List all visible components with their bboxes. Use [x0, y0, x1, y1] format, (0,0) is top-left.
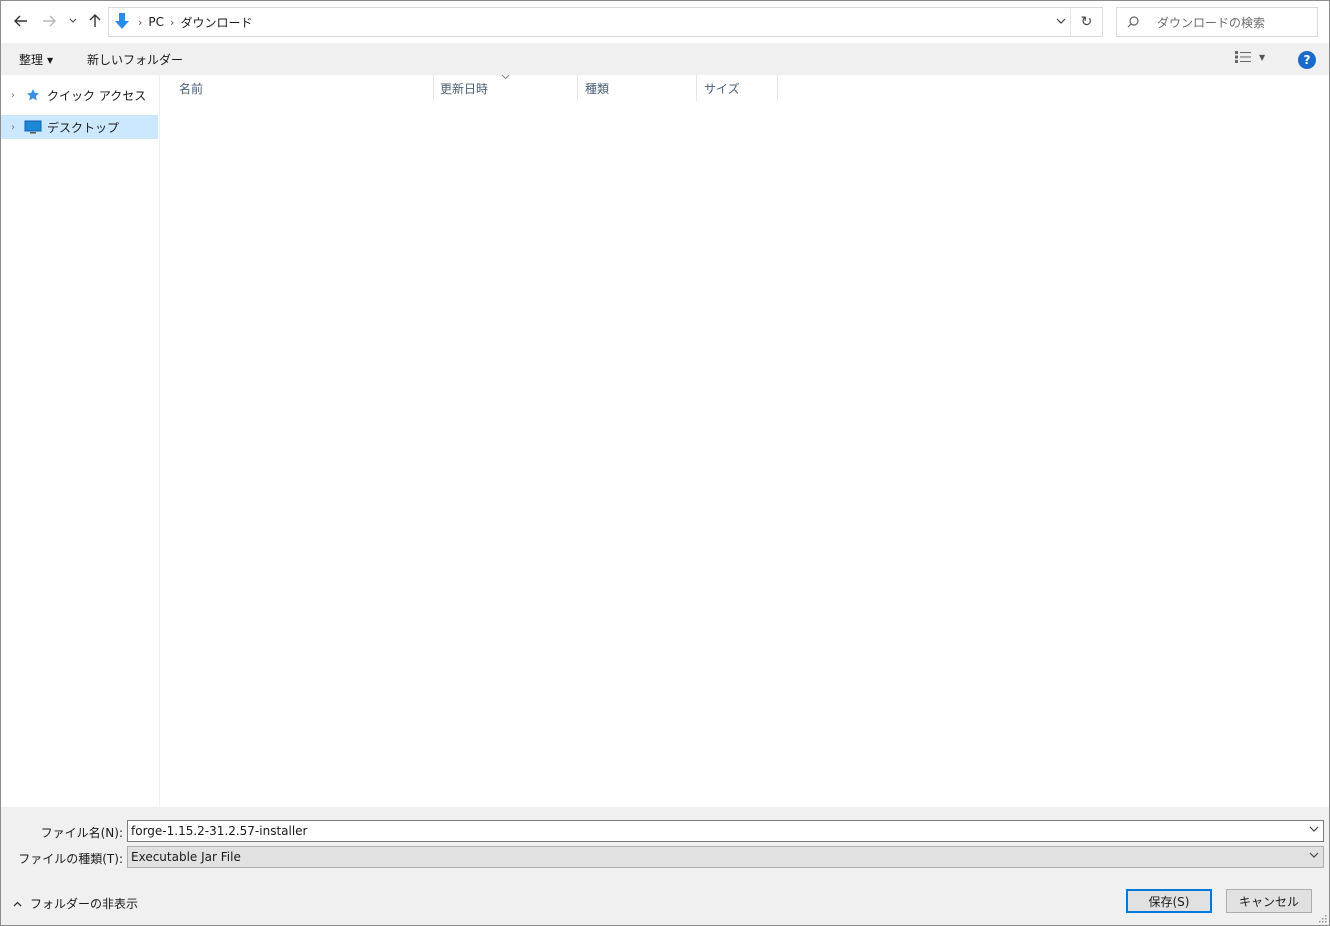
column-header-type[interactable]: 種類: [578, 75, 697, 101]
up-button[interactable]: [85, 11, 105, 31]
address-row: › PC › ダウンロード ↻ ダウンロードの検索: [1, 1, 1329, 43]
filetype-label: ファイルの種類(T):: [18, 852, 123, 866]
hide-folders-toggle[interactable]: フォルダーの非表示: [13, 895, 138, 912]
back-button[interactable]: [11, 11, 31, 31]
navigation-pane: › クイック アクセス › デスクトップ: [1, 75, 160, 807]
address-bar[interactable]: › PC › ダウンロード ↻: [108, 7, 1103, 37]
filetype-value: Executable Jar File: [131, 850, 241, 864]
star-icon: [23, 87, 43, 103]
filename-label: ファイル名(N):: [40, 826, 123, 840]
desktop-icon: [23, 119, 43, 135]
chevron-up-icon: [13, 901, 22, 906]
column-header-label: サイズ: [704, 81, 740, 96]
column-header-name[interactable]: 名前: [161, 75, 434, 101]
chevron-down-icon: [69, 18, 77, 23]
search-icon: [1127, 16, 1151, 28]
chevron-down-icon: [1056, 18, 1066, 24]
address-history-dropdown[interactable]: [1056, 14, 1066, 27]
save-button[interactable]: 保存(S): [1126, 889, 1212, 913]
filetype-select[interactable]: Executable Jar File: [127, 846, 1324, 868]
column-header-label: 更新日時: [440, 81, 489, 96]
hide-folders-label: フォルダーの非表示: [30, 897, 139, 911]
breadcrumb-separator: ›: [138, 15, 143, 29]
arrow-right-icon: [43, 15, 56, 27]
new-folder-label: 新しいフォルダー: [87, 53, 184, 67]
column-header-date-modified[interactable]: 更新日時: [434, 75, 578, 101]
nav-item-label: デスクトップ: [47, 120, 120, 135]
save-options-panel: ファイル名(N): forge-1.15.2-31.2.57-installer…: [1, 807, 1329, 925]
recent-locations-button[interactable]: [65, 11, 81, 31]
nav-item-quick-access[interactable]: › クイック アクセス: [1, 83, 158, 107]
arrow-up-icon: [89, 14, 101, 27]
save-dialog: › PC › ダウンロード ↻ ダウンロードの検索 整理▼ 新しいフォルダー: [0, 0, 1330, 926]
filename-field[interactable]: forge-1.15.2-31.2.57-installer: [127, 820, 1324, 842]
change-view-button[interactable]: ▼: [1235, 51, 1265, 63]
forward-button[interactable]: [39, 11, 59, 31]
help-button[interactable]: ?: [1298, 51, 1316, 69]
refresh-button[interactable]: ↻: [1070, 8, 1102, 36]
expand-chevron-icon[interactable]: ›: [3, 122, 23, 133]
caret-down-icon: ▼: [1259, 52, 1266, 62]
filename-value: forge-1.15.2-31.2.57-installer: [131, 824, 308, 838]
breadcrumb-downloads[interactable]: ダウンロード: [180, 14, 252, 31]
caret-down-icon: ▼: [47, 56, 54, 65]
search-input[interactable]: ダウンロードの検索: [1157, 14, 1265, 31]
command-bar: 整理 ▼ 新しいフォルダー ▼ ?: [1, 43, 1329, 75]
refresh-icon: ↻: [1080, 14, 1093, 30]
column-header-label: 名前: [179, 81, 204, 96]
resize-grip-icon[interactable]: [1317, 913, 1327, 923]
search-box[interactable]: ダウンロードの検索: [1116, 7, 1318, 37]
nav-item-label: クイック アクセス: [47, 88, 147, 103]
chevron-down-icon[interactable]: [1309, 824, 1319, 835]
column-header-size[interactable]: サイズ: [697, 75, 778, 101]
chevron-down-icon: [1309, 850, 1319, 861]
organize-menu-button[interactable]: 整理 ▼: [19, 51, 53, 68]
downloads-folder-icon: [112, 12, 132, 32]
organize-label: 整理: [19, 53, 44, 67]
column-header-label: 種類: [585, 81, 610, 96]
new-folder-button[interactable]: 新しいフォルダー: [87, 51, 183, 68]
breadcrumb-pc[interactable]: PC: [148, 15, 164, 29]
details-view-icon: [1235, 51, 1251, 63]
file-list[interactable]: 名前 更新日時 種類 サイズ: [161, 74, 1329, 807]
arrow-left-icon: [14, 15, 27, 27]
cancel-button[interactable]: キャンセル: [1226, 889, 1312, 913]
expand-chevron-icon[interactable]: ›: [3, 90, 23, 101]
nav-item-desktop[interactable]: › デスクトップ: [1, 115, 158, 139]
breadcrumb-separator: ›: [170, 15, 175, 29]
